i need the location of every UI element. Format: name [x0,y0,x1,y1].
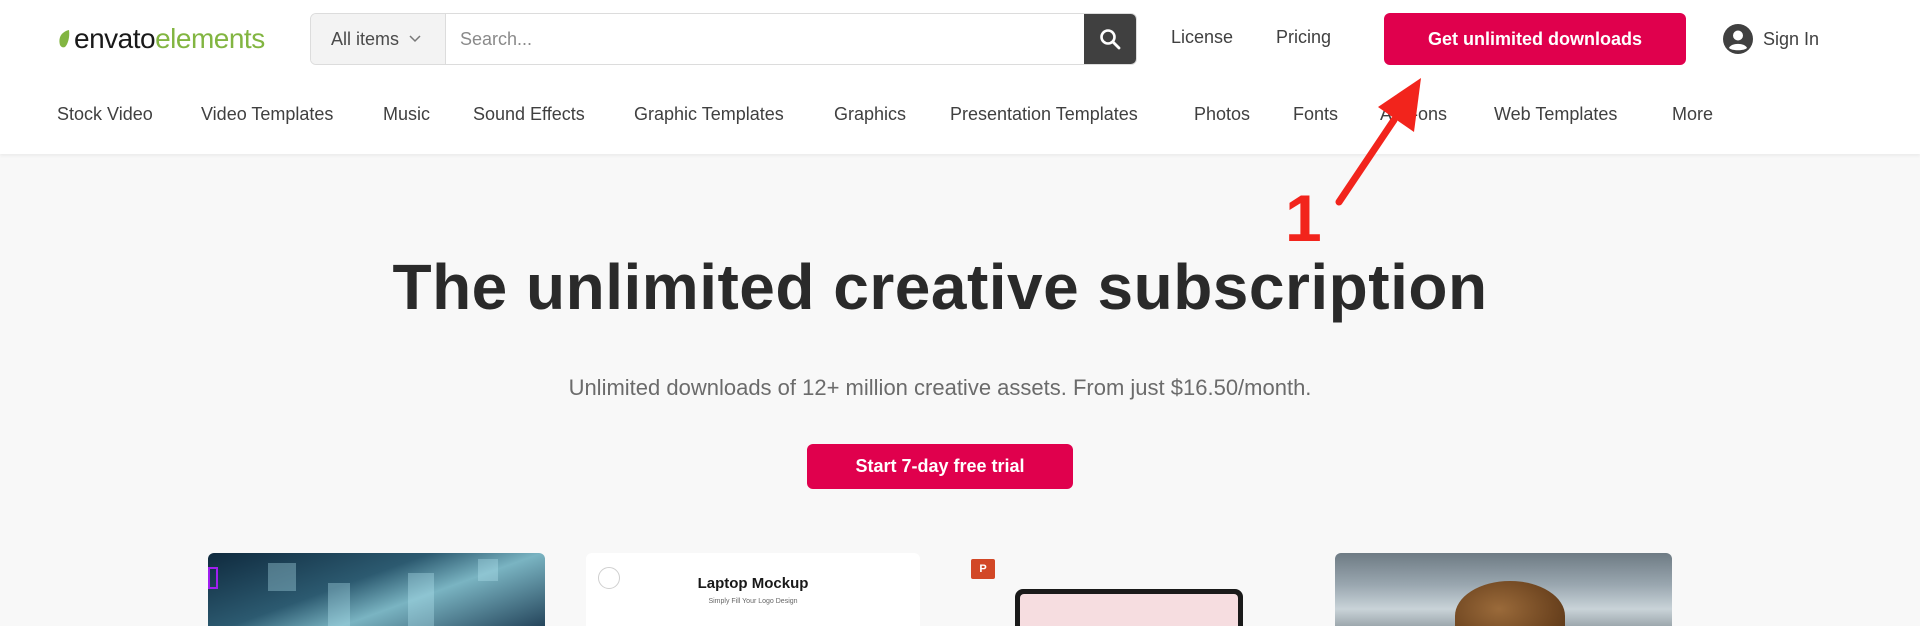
search-button[interactable] [1084,14,1136,64]
video-thumb-square [328,583,350,626]
video-thumb-square [478,559,498,581]
nav-stock-video[interactable]: Stock Video [57,104,153,125]
search-icon [1100,29,1121,50]
sign-in-button[interactable]: Sign In [1723,22,1819,56]
preview-card-presentation[interactable]: P [965,553,1305,626]
screen-preview [1020,594,1238,626]
nav-graphic-templates[interactable]: Graphic Templates [634,104,784,125]
annotation-step-number: 1 [1285,181,1322,255]
nav-add-ons[interactable]: Add-ons [1380,104,1447,125]
pricing-link[interactable]: Pricing [1276,27,1331,48]
hero-title: The unlimited creative subscription [392,251,1488,323]
nav-more[interactable]: More [1672,104,1713,125]
search-bar: All items [310,13,1137,65]
nav-web-templates[interactable]: Web Templates [1494,104,1617,125]
powerpoint-icon: P [971,559,995,579]
search-input[interactable] [446,14,1084,64]
logo-text-envato: envato [74,23,156,54]
chevron-down-icon [409,35,421,43]
nav-presentation-templates[interactable]: Presentation Templates [950,104,1138,125]
video-thumb-square [268,563,296,591]
user-avatar-icon [1723,24,1753,54]
nav-sound-effects[interactable]: Sound Effects [473,104,585,125]
premiere-badge-icon [208,567,218,589]
category-dropdown[interactable]: All items [311,14,446,64]
logo-text-elements: elements [155,23,265,54]
video-thumb-square [408,573,434,626]
nav-video-templates[interactable]: Video Templates [201,104,333,125]
nav-photos[interactable]: Photos [1194,104,1250,125]
get-unlimited-downloads-button[interactable]: Get unlimited downloads [1384,13,1686,65]
laptop-screen-graphic [1015,589,1243,626]
top-header: envato elements All items License Pricin… [0,0,1920,154]
category-nav: Stock Video Video Templates Music Sound … [0,104,1920,128]
nav-music[interactable]: Music [383,104,430,125]
preview-card-video[interactable] [208,553,545,626]
envato-elements-logo[interactable]: envato elements [57,22,265,56]
category-dropdown-value: All items [331,28,400,49]
nav-fonts[interactable]: Fonts [1293,104,1338,125]
start-free-trial-button[interactable]: Start 7-day free trial [807,444,1073,489]
preview-card-photo-bear[interactable] [1335,553,1672,626]
bear-photo-shape [1455,581,1565,626]
preview-card-laptop-mockup[interactable]: Laptop Mockup Simply Fill Your Logo Desi… [586,553,920,626]
laptop-mockup-subtitle: Simply Fill Your Logo Design [708,598,798,605]
license-link[interactable]: License [1171,27,1233,48]
nav-graphics[interactable]: Graphics [834,104,906,125]
laptop-mockup-title: Laptop Mockup [697,575,809,592]
hero-subtitle: Unlimited downloads of 12+ million creat… [568,375,1312,400]
sign-in-label: Sign In [1763,28,1820,49]
leaf-icon [59,30,70,48]
